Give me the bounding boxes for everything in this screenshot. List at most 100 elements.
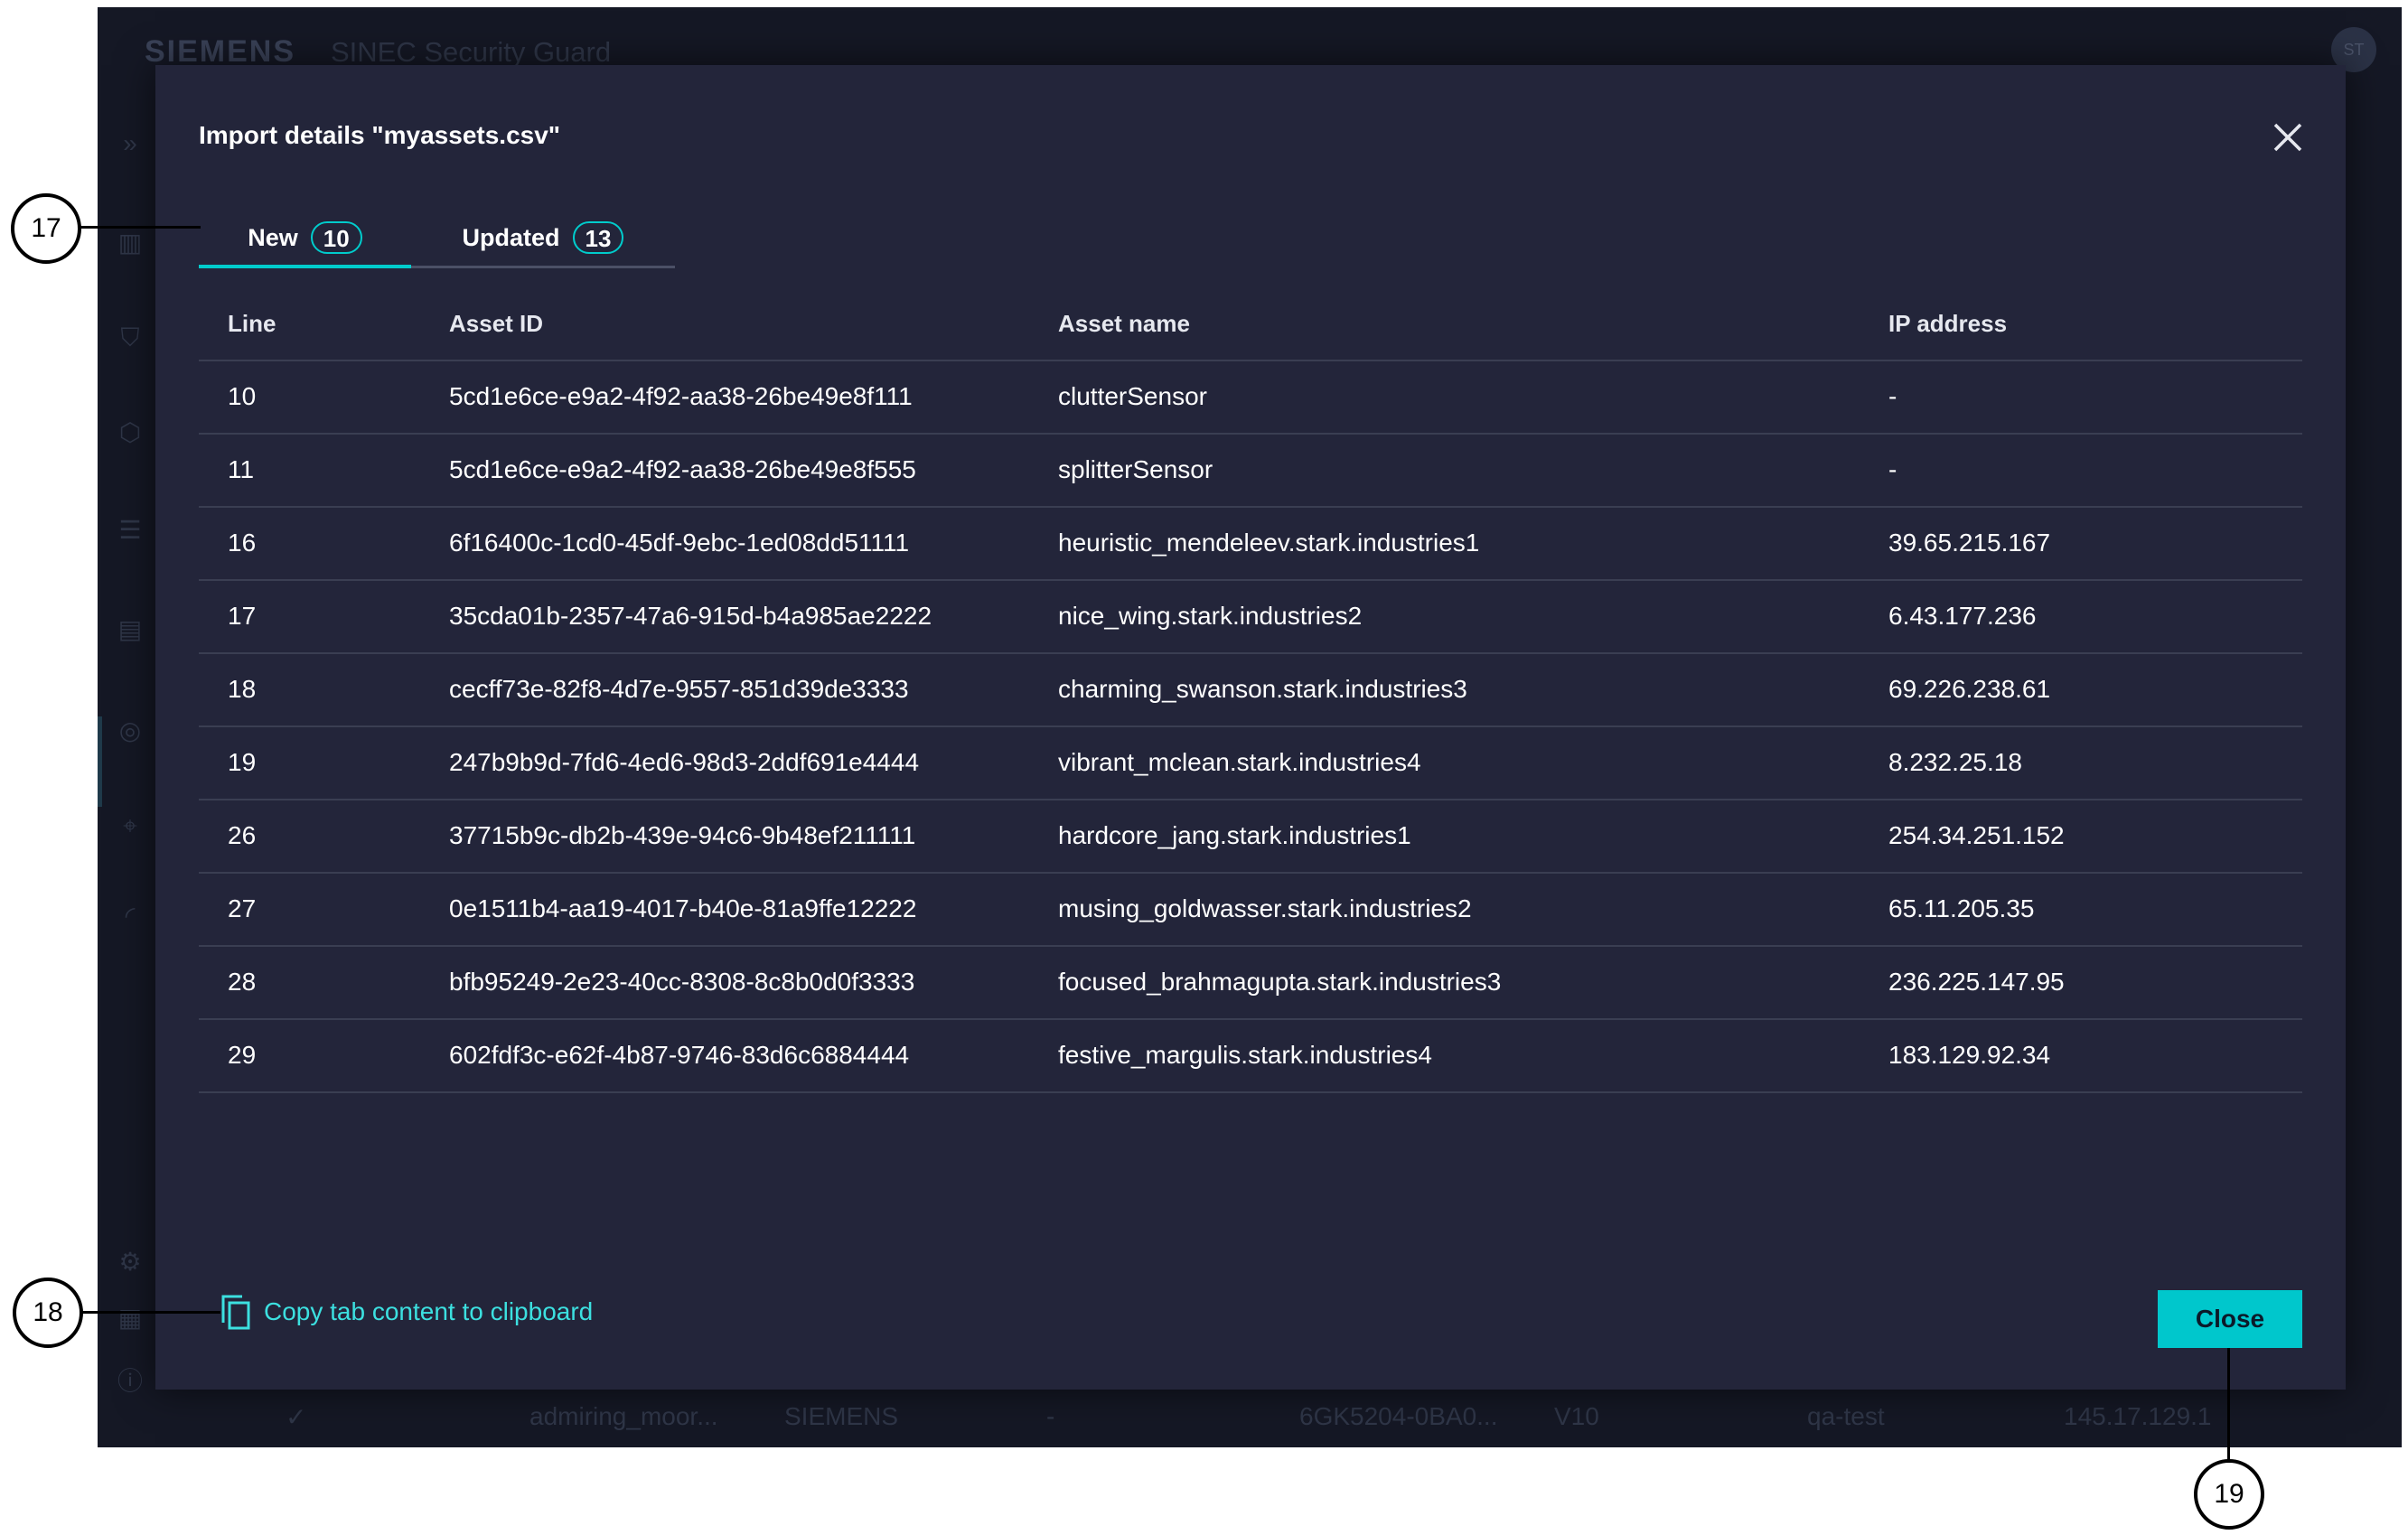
table-body: 10 5cd1e6ce-e9a2-4f92-aa38-26be49e8f111 cl… xyxy=(199,360,2302,1093)
nav-rail: » ▥ ⛉ ⬡ ☰ ▤ ◎ ⌖ ◜ ⚙ ▦ ⓘ xyxy=(98,93,161,1447)
cell-asset-id: 37715b9c-db2b-439e-94c6-9b48ef211111 xyxy=(449,821,916,849)
table-row[interactable]: 19 247b9b9d-7fd6-4ed6-98d3-2ddf691e4444 vi… xyxy=(199,725,2302,799)
copy-label: Copy tab content to clipboard xyxy=(264,1297,594,1325)
close-icon[interactable] xyxy=(2268,117,2308,157)
shield-icon[interactable]: ⛉ xyxy=(116,323,145,352)
dialog-title: Import details "myassets.csv" xyxy=(199,121,561,149)
cell-asset-id: 35cda01b-2357-47a6-915d-b4a985ae2222 xyxy=(449,602,932,630)
bg-cell: V10 xyxy=(1554,1402,1599,1430)
callout-19-leader xyxy=(2227,1348,2230,1465)
cell-asset-name: vibrant_mclean.stark.industries4 xyxy=(1058,748,1421,776)
table-row[interactable]: 10 5cd1e6ce-e9a2-4f92-aa38-26be49e8f111 cl… xyxy=(199,360,2302,433)
cell-asset-name: musing_goldwasser.stark.industries2 xyxy=(1058,894,1472,922)
bg-cell: qa-test xyxy=(1807,1402,1885,1430)
tab-new[interactable]: New 10 xyxy=(199,210,411,268)
tab-bar: New 10 Updated 13 xyxy=(199,210,675,268)
bg-cell: 145.17.129.1 xyxy=(2064,1402,2212,1430)
bg-cell: 6GK5204-0BA0... xyxy=(1299,1402,1498,1430)
table-row[interactable]: 28 bfb95249-2e23-40cc-8308-8c8b0d0f3333 fo… xyxy=(199,945,2302,1018)
cell-ip-address: 6.43.177.236 xyxy=(1888,602,2037,630)
cell-line: 29 xyxy=(228,1041,257,1069)
cell-ip-address: 69.226.238.61 xyxy=(1888,675,2051,703)
feed-icon[interactable]: ◜ xyxy=(116,902,145,931)
cell-asset-name: charming_swanson.stark.industries3 xyxy=(1058,675,1467,703)
cell-line: 10 xyxy=(228,382,257,410)
vulnerability-icon[interactable]: ⬡ xyxy=(116,418,145,447)
callout-17-leader xyxy=(76,226,201,229)
list-icon[interactable]: ☰ xyxy=(116,516,145,545)
rail-active-indicator xyxy=(98,716,102,807)
tab-new-count-badge: 10 xyxy=(310,221,362,254)
tab-updated-count-badge: 13 xyxy=(572,221,624,254)
product-name: SINEC Security Guard xyxy=(331,36,612,68)
table-row[interactable]: 27 0e1511b4-aa19-4017-b40e-81a9ffe12222 mu… xyxy=(199,872,2302,945)
cell-line: 16 xyxy=(228,529,257,557)
settings-icon[interactable]: ⚙ xyxy=(116,1248,145,1277)
callout-19: 19 xyxy=(2194,1459,2264,1530)
callout-18-leader xyxy=(78,1311,220,1314)
tab-new-label: New xyxy=(248,223,298,251)
cell-asset-id: bfb95249-2e23-40cc-8308-8c8b0d0f3333 xyxy=(449,968,915,996)
cell-line: 11 xyxy=(228,455,255,483)
table-row[interactable]: 18 cecff73e-82f8-4d7e-9557-851d39de3333 ch… xyxy=(199,652,2302,725)
cell-line: 28 xyxy=(228,968,257,996)
table-row[interactable]: 26 37715b9c-db2b-439e-94c6-9b48ef211111 ha… xyxy=(199,799,2302,872)
bg-cell: SIEMENS xyxy=(784,1402,899,1430)
table-row[interactable]: 17 35cda01b-2357-47a6-915d-b4a985ae2222 ni… xyxy=(199,579,2302,652)
cell-asset-name: festive_margulis.stark.industries4 xyxy=(1058,1041,1432,1069)
cell-asset-id: 6f16400c-1cd0-45df-9ebc-1ed08dd51111 xyxy=(449,529,910,557)
callout-18: 18 xyxy=(13,1278,83,1348)
import-table: Line Asset ID Asset name IP address 10 5c… xyxy=(199,287,2302,1093)
col-header-line[interactable]: Line xyxy=(228,287,276,360)
cell-line: 19 xyxy=(228,748,257,776)
cell-asset-id: cecff73e-82f8-4d7e-9557-851d39de3333 xyxy=(449,675,909,703)
copy-to-clipboard-link[interactable]: Copy tab content to clipboard xyxy=(220,1294,593,1330)
col-header-asset-name[interactable]: Asset name xyxy=(1058,287,1190,360)
cell-ip-address: 39.65.215.167 xyxy=(1888,529,2051,557)
bg-cell: admiring_moor... xyxy=(529,1402,718,1430)
cell-ip-address: 65.11.205.35 xyxy=(1888,894,2035,922)
apps-icon[interactable]: ▦ xyxy=(116,1304,145,1333)
cell-asset-name: nice_wing.stark.industries2 xyxy=(1058,602,1363,630)
cell-ip-address: 254.34.251.152 xyxy=(1888,821,2065,849)
col-header-ip-address[interactable]: IP address xyxy=(1888,287,2007,360)
report-icon[interactable]: ▤ xyxy=(116,615,145,644)
cell-line: 18 xyxy=(228,675,257,703)
cell-asset-name: splitterSensor xyxy=(1058,455,1213,483)
database-icon[interactable]: ◎ xyxy=(116,716,145,745)
cell-line: 17 xyxy=(228,602,257,630)
cell-ip-address: 183.129.92.34 xyxy=(1888,1041,2051,1069)
cell-ip-address: - xyxy=(1888,382,1897,410)
table-header: Line Asset ID Asset name IP address xyxy=(199,287,2302,360)
cell-asset-id: 5cd1e6ce-e9a2-4f92-aa38-26be49e8f111 xyxy=(449,382,913,410)
bg-cell: - xyxy=(1046,1402,1055,1430)
cell-ip-address: - xyxy=(1888,455,1897,483)
import-details-dialog: Import details "myassets.csv" New 10 Upd… xyxy=(155,65,2346,1390)
cell-asset-name: clutterSensor xyxy=(1058,382,1207,410)
dashboard-icon[interactable]: ▥ xyxy=(116,229,145,257)
callout-17: 17 xyxy=(11,193,81,264)
col-header-asset-id[interactable]: Asset ID xyxy=(449,287,543,360)
table-row[interactable]: 29 602fdf3c-e62f-4b87-9746-83d6c6884444 fe… xyxy=(199,1018,2302,1093)
cell-asset-id: 247b9b9d-7fd6-4ed6-98d3-2ddf691e4444 xyxy=(449,748,920,776)
cell-line: 27 xyxy=(228,894,257,922)
cell-asset-name: focused_brahmagupta.stark.industries3 xyxy=(1058,968,1502,996)
location-icon[interactable]: ⌖ xyxy=(116,811,145,840)
table-row[interactable]: 16 6f16400c-1cd0-45df-9ebc-1ed08dd51111 he… xyxy=(199,506,2302,579)
cell-asset-name: heuristic_mendeleev.stark.industries1 xyxy=(1058,529,1480,557)
tab-updated-label: Updated xyxy=(462,223,560,251)
tab-updated[interactable]: Updated 13 xyxy=(411,210,675,266)
expand-icon[interactable]: » xyxy=(116,129,145,158)
cell-line: 26 xyxy=(228,821,257,849)
cell-asset-name: hardcore_jang.stark.industries1 xyxy=(1058,821,1411,849)
cell-ip-address: 236.225.147.95 xyxy=(1888,968,2065,996)
cell-asset-id: 0e1511b4-aa19-4017-b40e-81a9ffe12222 xyxy=(449,894,917,922)
cell-asset-id: 5cd1e6ce-e9a2-4f92-aa38-26be49e8f555 xyxy=(449,455,916,483)
background-table-row: ✓ admiring_moor... SIEMENS - 6GK5204-0BA… xyxy=(98,1390,2402,1447)
bg-status-icon: ✓ xyxy=(286,1403,307,1431)
copy-icon xyxy=(221,1295,250,1330)
cell-ip-address: 8.232.25.18 xyxy=(1888,748,2022,776)
close-button[interactable]: Close xyxy=(2158,1290,2302,1348)
table-row[interactable]: 11 5cd1e6ce-e9a2-4f92-aa38-26be49e8f555 sp… xyxy=(199,433,2302,506)
cell-asset-id: 602fdf3c-e62f-4b87-9746-83d6c6884444 xyxy=(449,1041,910,1069)
